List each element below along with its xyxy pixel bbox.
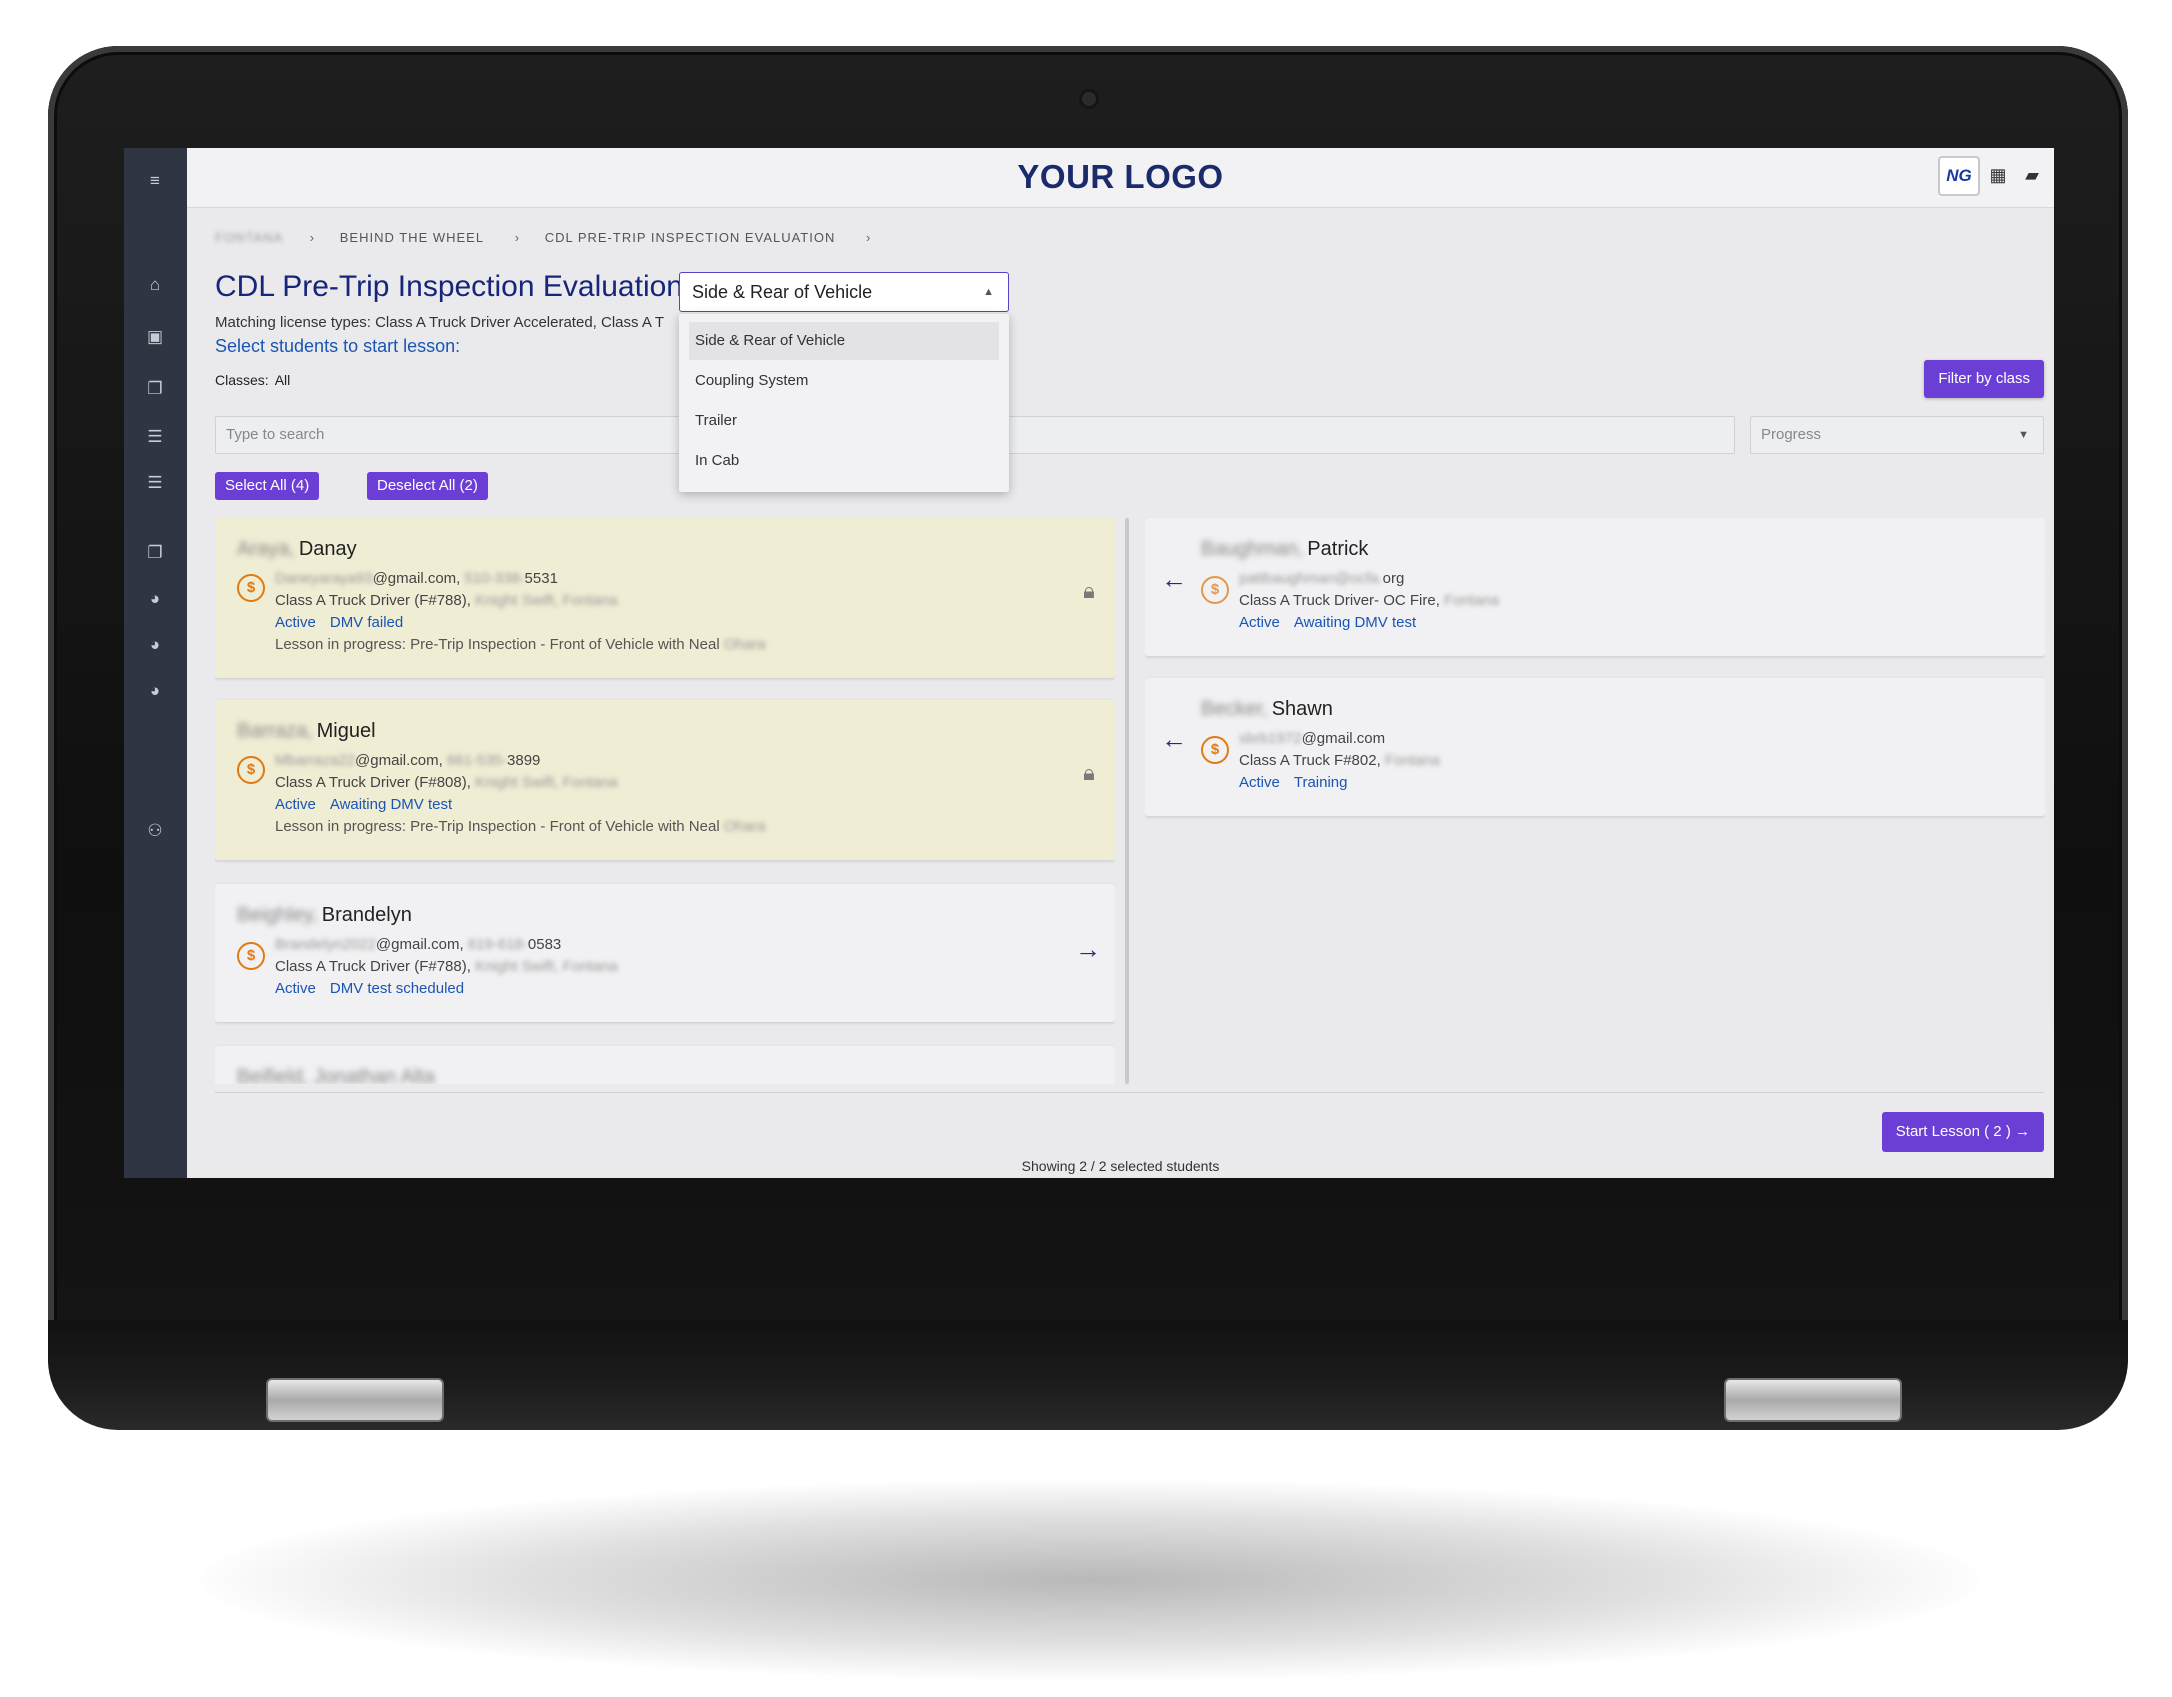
student-status: Active Training bbox=[1239, 774, 1348, 791]
student-license: Class A Truck F#802, Fontana bbox=[1239, 752, 1440, 769]
student-contact: pattbaughman@ocfa.org bbox=[1239, 570, 1405, 587]
list-scrollbar[interactable] bbox=[1125, 518, 1129, 1084]
student-license: Class A Truck Driver (F#788), Knight Swi… bbox=[275, 592, 618, 609]
classes-value: All bbox=[274, 372, 291, 388]
chat-icon[interactable]: ▰ bbox=[2018, 160, 2046, 190]
lesson-section-select[interactable]: Side & Rear of Vehicle ▲ bbox=[679, 272, 1009, 312]
dollar-icon: $ bbox=[237, 756, 265, 784]
arrow-left-icon[interactable]: ← bbox=[1159, 724, 1189, 754]
users-icon[interactable]: ⚇ bbox=[138, 818, 172, 844]
student-status: Active DMV failed bbox=[275, 614, 404, 631]
breadcrumb-behind-the-wheel[interactable]: BEHIND THE WHEEL bbox=[340, 230, 484, 245]
student-name: Becker, Shawn bbox=[1201, 698, 1333, 720]
student-contact: Brandelyn2022@gmail.com, 619-618-0583 bbox=[275, 936, 562, 953]
arrow-right-icon: → bbox=[2015, 1123, 2030, 1140]
camera-icon bbox=[1082, 92, 1096, 106]
list-icon[interactable]: ☰ bbox=[138, 470, 172, 496]
lesson-section-dropdown: Side & Rear of Vehicle Coupling System T… bbox=[679, 314, 1009, 492]
menu-icon[interactable]: ≡ bbox=[138, 168, 172, 194]
available-students-list: Araya, Danay $ Daneyaraya93@gmail.com, 51… bbox=[215, 518, 1115, 1084]
chat-person-icon[interactable]: ◕ bbox=[138, 586, 172, 612]
select-all-button[interactable]: Select All (4) bbox=[215, 472, 320, 500]
student-name: Beifield, Jonathan Alta bbox=[237, 1066, 435, 1084]
copy-icon[interactable]: ❐ bbox=[138, 540, 172, 566]
dollar-icon: $ bbox=[237, 942, 265, 970]
select-students-prompt: Select students to start lesson: bbox=[215, 336, 461, 356]
selected-students-list: ← Baughman, Patrick $ pattbaughman@ocfa.o… bbox=[1145, 518, 2045, 1084]
student-contact: Daneyaraya93@gmail.com, 510-338-5531 bbox=[275, 570, 558, 587]
student-status: Active Awaiting DMV test bbox=[275, 796, 453, 813]
student-card-locked: Araya, Danay $ Daneyaraya93@gmail.com, 51… bbox=[215, 518, 1115, 678]
student-license: Class A Truck Driver (F#788), Knight Swi… bbox=[275, 958, 618, 975]
breadcrumb: FONTANA › BEHIND THE WHEEL › CDL PRE-TRI… bbox=[215, 230, 891, 245]
footer-divider bbox=[215, 1092, 2044, 1093]
hinge-left bbox=[266, 1378, 444, 1422]
selected-student-card[interactable]: ← Baughman, Patrick $ pattbaughman@ocfa.o… bbox=[1145, 518, 2045, 656]
student-card-locked: Barraza, Miguel $ Mbarraza22@gmail.com, 6… bbox=[215, 700, 1115, 860]
lesson-in-progress-note: Lesson in progress: Pre-Trip Inspection … bbox=[275, 636, 766, 653]
caret-down-icon: ▼ bbox=[2018, 429, 2029, 441]
main-content: FONTANA › BEHIND THE WHEEL › CDL PRE-TRI… bbox=[187, 208, 2054, 1178]
student-name: Barraza, Miguel bbox=[237, 720, 376, 742]
dropdown-option-side-rear[interactable]: Side & Rear of Vehicle bbox=[689, 322, 999, 360]
page-title: CDL Pre-Trip Inspection Evaluation bbox=[215, 270, 683, 303]
avatar[interactable]: NG bbox=[1938, 156, 1980, 196]
student-card[interactable]: Beighley, Brandelyn $ Brandelyn2022@gmail… bbox=[215, 884, 1115, 1022]
classes-label: Classes: bbox=[215, 372, 269, 388]
arrow-right-icon[interactable]: → bbox=[1073, 934, 1103, 964]
copy-icon[interactable]: ❐ bbox=[138, 376, 172, 402]
lesson-in-progress-note: Lesson in progress: Pre-Trip Inspection … bbox=[275, 818, 766, 835]
selected-student-card[interactable]: ← Becker, Shawn $ sbrb1972@gmail.com Clas… bbox=[1145, 678, 2045, 816]
student-name: Baughman, Patrick bbox=[1201, 538, 1369, 560]
student-license: Class A Truck Driver- OC Fire, Fontana bbox=[1239, 592, 1500, 609]
student-contact: sbrb1972@gmail.com bbox=[1239, 730, 1386, 747]
calendar-icon[interactable]: ▦ bbox=[1984, 160, 2012, 190]
chevron-right-icon: › bbox=[866, 230, 872, 245]
chat-person-icon[interactable]: ◕ bbox=[138, 678, 172, 704]
home-icon[interactable]: ⌂ bbox=[138, 272, 172, 298]
progress-select[interactable]: Progress ▼ bbox=[1750, 416, 2044, 454]
dropdown-option-in-cab[interactable]: In Cab bbox=[689, 442, 999, 480]
student-status: Active Awaiting DMV test bbox=[1239, 614, 1417, 631]
filter-by-class-button[interactable]: Filter by class bbox=[1924, 360, 2044, 398]
start-lesson-label: Start Lesson ( 2 ) bbox=[1895, 1123, 2011, 1140]
progress-placeholder: Progress bbox=[1761, 426, 1822, 443]
list-icon[interactable]: ☰ bbox=[138, 424, 172, 450]
start-lesson-button[interactable]: Start Lesson ( 2 ) → bbox=[1881, 1112, 2044, 1152]
matching-license-types: Matching license types: Class A Truck Dr… bbox=[215, 314, 665, 331]
student-license: Class A Truck Driver (F#808), Knight Swi… bbox=[275, 774, 618, 791]
chevron-right-icon: › bbox=[309, 230, 316, 245]
top-bar: YOUR LOGO NG ▦ ▰ bbox=[187, 148, 2054, 208]
chevron-right-icon: › bbox=[514, 230, 521, 245]
arrow-left-icon[interactable]: ← bbox=[1159, 564, 1189, 594]
dropdown-option-trailer[interactable]: Trailer bbox=[689, 402, 999, 440]
classes-filter-summary: Classes: All bbox=[215, 372, 290, 388]
dollar-icon: $ bbox=[237, 574, 265, 602]
calendar-icon[interactable]: ▣ bbox=[138, 324, 172, 350]
caret-up-icon: ▲ bbox=[983, 286, 994, 298]
app-screen: ≡ ⌂ ▣ ❐ ☰ ☰ ❐ ◕ ◕ ◕ ⚇ YOUR LOGO NG ▦ ▰ F… bbox=[124, 148, 2054, 1178]
dropdown-option-coupling[interactable]: Coupling System bbox=[689, 362, 999, 400]
student-status: Active DMV test scheduled bbox=[275, 980, 465, 997]
dollar-icon: $ bbox=[1201, 576, 1229, 604]
dollar-icon: $ bbox=[1201, 736, 1229, 764]
hinge-right bbox=[1724, 1378, 1902, 1422]
student-name: Araya, Danay bbox=[237, 538, 357, 560]
lesson-section-value: Side & Rear of Vehicle bbox=[692, 282, 873, 302]
student-contact: Mbarraza22@gmail.com, 661-535-3899 bbox=[275, 752, 541, 769]
logo[interactable]: YOUR LOGO bbox=[187, 158, 2054, 196]
breadcrumb-lesson[interactable]: CDL PRE-TRIP INSPECTION EVALUATION bbox=[545, 230, 836, 245]
device-shadow bbox=[200, 1480, 1980, 1680]
deselect-all-button[interactable]: Deselect All (2) bbox=[367, 472, 488, 500]
breadcrumb-root[interactable]: FONTANA bbox=[215, 230, 283, 245]
lock-icon: 🔒︎ bbox=[1083, 760, 1095, 785]
sidebar: ≡ ⌂ ▣ ❐ ☰ ☰ ❐ ◕ ◕ ◕ ⚇ bbox=[124, 148, 187, 1178]
lock-icon: 🔒︎ bbox=[1083, 578, 1095, 603]
student-name: Beighley, Brandelyn bbox=[237, 904, 412, 926]
chat-person-icon[interactable]: ◕ bbox=[138, 632, 172, 658]
student-card[interactable]: Beifield, Jonathan Alta bbox=[215, 1046, 1115, 1084]
selected-count-summary: Showing 2 / 2 selected students bbox=[1021, 1158, 1220, 1174]
